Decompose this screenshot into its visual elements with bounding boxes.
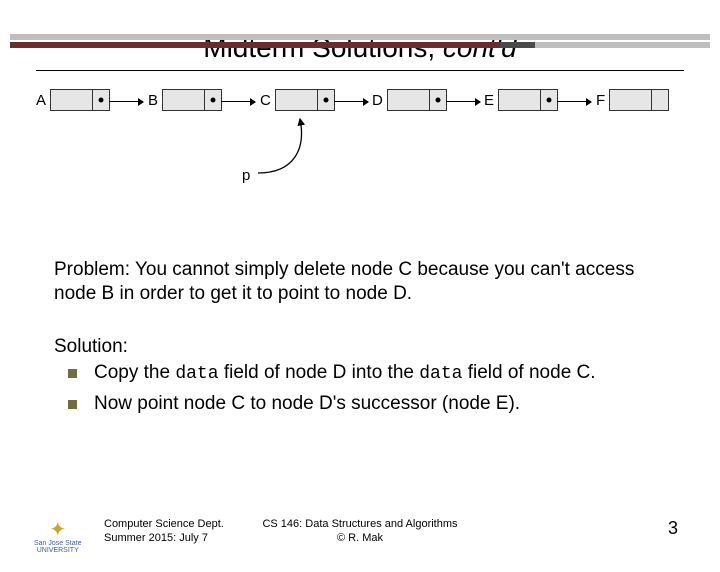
- solution-list: Copy the data field of node D into the d…: [60, 361, 672, 416]
- code-data: data: [419, 364, 462, 384]
- copyright-line: © R. Mak: [0, 532, 720, 546]
- node-label: C: [260, 92, 271, 109]
- footer-center: CS 146: Data Structures and Algorithms ©…: [0, 518, 720, 546]
- node-label: A: [36, 92, 46, 109]
- slide-footer: ✦ San Jose State UNIVERSITY Computer Sci…: [0, 510, 720, 560]
- code-data: data: [175, 364, 218, 384]
- node-label: D: [372, 92, 383, 109]
- node-f: F: [596, 89, 669, 111]
- slide-top-border: [0, 32, 720, 48]
- node-d: D: [372, 89, 447, 111]
- solution-item-2: Now point node C to node D's successor (…: [60, 392, 672, 416]
- slide-body: Problem: You cannot simply delete node C…: [54, 258, 672, 422]
- solution-item-1: Copy the data field of node D into the d…: [60, 361, 672, 386]
- node-e: E: [484, 89, 558, 111]
- solution-heading: Solution:: [54, 335, 672, 359]
- pointer-p-label: p: [242, 167, 250, 184]
- node-label: F: [596, 92, 605, 109]
- node-label: B: [148, 92, 158, 109]
- node-label: E: [484, 92, 494, 109]
- title-underline: [36, 70, 684, 71]
- pointer-arrow-icon: [254, 111, 324, 181]
- course-line: CS 146: Data Structures and Algorithms: [0, 518, 720, 532]
- page-number: 3: [668, 518, 678, 539]
- node-c: C: [260, 89, 335, 111]
- node-b: B: [148, 89, 222, 111]
- node-a: A: [36, 89, 110, 111]
- linked-list-diagram: A B C D E F p: [36, 89, 684, 199]
- problem-text: Problem: You cannot simply delete node C…: [54, 258, 672, 307]
